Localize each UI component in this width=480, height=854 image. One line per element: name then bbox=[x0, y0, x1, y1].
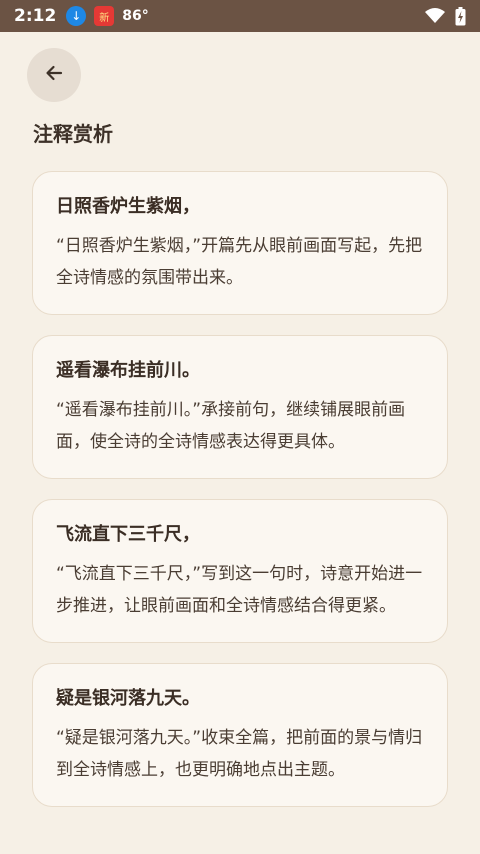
back-button[interactable] bbox=[27, 48, 81, 102]
annotation-card[interactable]: 疑是银河落九天。 “疑是银河落九天。”收束全篇，把前面的景与情归到全诗情感上，也… bbox=[32, 663, 448, 807]
card-title: 日照香炉生紫烟， bbox=[56, 196, 200, 217]
card-text: “日照香炉生紫烟，”开篇先从眼前画面写起，先把全诗情感的氛围带出来。 bbox=[56, 236, 423, 288]
card-title: 遥看瀑布挂前川。 bbox=[56, 360, 200, 381]
status-right bbox=[425, 6, 466, 26]
app-notification-icon: 新 bbox=[94, 6, 115, 26]
status-bar: 2:12 ↓ 新 86° bbox=[0, 0, 480, 32]
annotation-card[interactable]: 飞流直下三千尺， “飞流直下三千尺，”写到这一句时，诗意开始进一步推进，让眼前画… bbox=[32, 499, 448, 643]
wifi-icon bbox=[425, 8, 445, 24]
card-title: 飞流直下三千尺， bbox=[56, 524, 200, 545]
card-text: “飞流直下三千尺，”写到这一句时，诗意开始进一步推进，让眼前画面和全诗情感结合得… bbox=[56, 564, 423, 616]
card-text: “遥看瀑布挂前川。”承接前句，继续铺展眼前画面，使全诗的全诗情感表达得更具体。 bbox=[56, 400, 406, 452]
card-title: 疑是银河落九天。 bbox=[56, 688, 200, 709]
download-icon: ↓ bbox=[66, 6, 87, 26]
annotation-card[interactable]: 日照香炉生紫烟， “日照香炉生紫烟，”开篇先从眼前画面写起，先把全诗情感的氛围带… bbox=[32, 171, 448, 315]
annotation-card[interactable]: 遥看瀑布挂前川。 “遥看瀑布挂前川。”承接前句，继续铺展眼前画面，使全诗的全诗情… bbox=[32, 335, 448, 479]
card-text: “疑是银河落九天。”收束全篇，把前面的景与情归到全诗情感上，也更明确地点出主题。 bbox=[56, 728, 423, 780]
status-temperature: 86° bbox=[122, 8, 149, 24]
arrow-left-icon bbox=[44, 63, 64, 87]
page-title: 注释赏析 bbox=[33, 122, 113, 146]
battery-charging-icon bbox=[455, 6, 466, 26]
annotation-list: 日照香炉生紫烟， “日照香炉生紫烟，”开篇先从眼前画面写起，先把全诗情感的氛围带… bbox=[32, 171, 448, 827]
status-time: 2:12 bbox=[14, 6, 57, 26]
